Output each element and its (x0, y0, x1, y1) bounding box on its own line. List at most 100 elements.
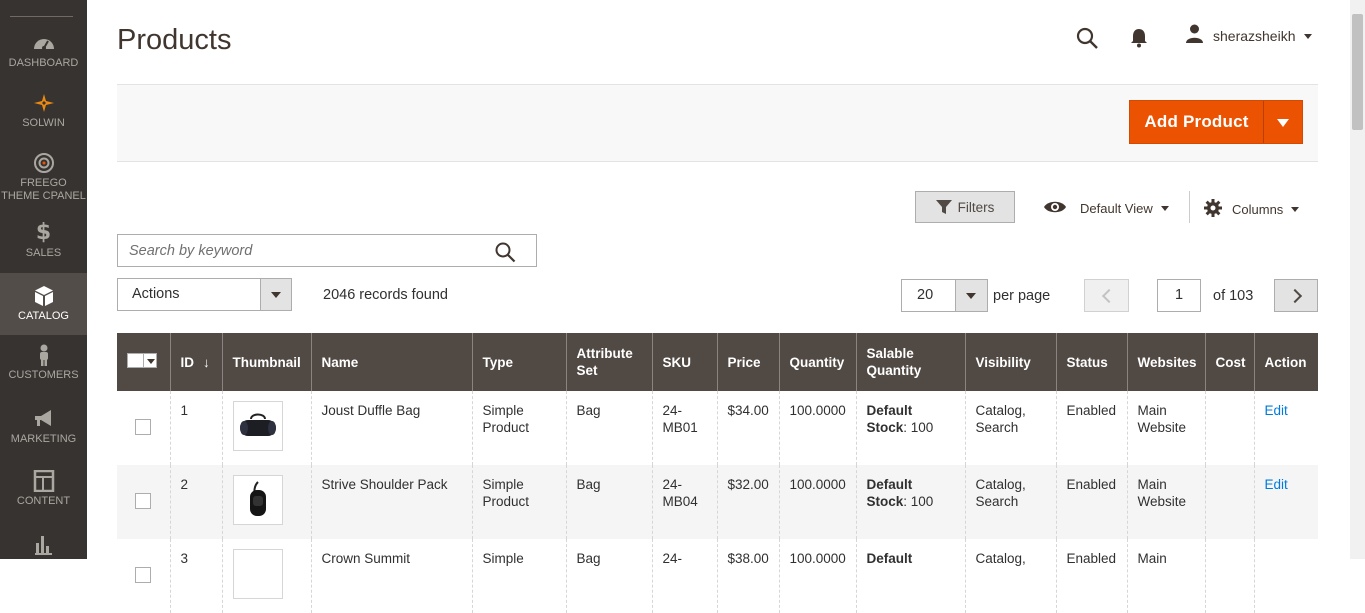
per-page-label: per page (993, 288, 1051, 304)
sidebar-item-content[interactable]: CONTENT (0, 469, 87, 510)
chevron-down-icon (147, 359, 155, 364)
edit-link[interactable]: Edit (1265, 403, 1288, 418)
chevron-down-icon (1291, 207, 1300, 212)
cell-price: $34.00 (716, 391, 779, 465)
column-header-thumbnail[interactable]: Thumbnail (221, 333, 311, 391)
cell-type: Simple Product (471, 465, 566, 539)
sidebar-item-label: DASHBOARD (8, 57, 79, 69)
per-page-value: 20 (917, 287, 934, 303)
dollar-icon: $ (35, 220, 52, 245)
cell-action: Edit (1253, 391, 1318, 465)
table-row[interactable]: 2 Strive Shoulder Pack Simple Product Ba… (117, 465, 1318, 539)
product-thumbnail-image[interactable] (232, 549, 283, 599)
column-header-quantity[interactable]: Quantity (778, 333, 856, 391)
sidebar-item-catalog[interactable]: CATALOG (0, 273, 87, 335)
row-checkbox[interactable] (135, 493, 151, 509)
row-select-cell (117, 539, 170, 613)
sidebar-item-sales[interactable]: $ SALES (0, 222, 87, 262)
add-product-button[interactable]: Add Product (1130, 101, 1263, 143)
sidebar-item-label: CONTENT (16, 495, 71, 507)
cell-visibility: Catalog, Search (964, 465, 1056, 539)
product-thumbnail-image[interactable] (232, 401, 283, 451)
next-page-button[interactable] (1274, 279, 1318, 312)
sidebar-item-label: CUSTOMERS (8, 369, 79, 381)
chevron-left-icon (1101, 288, 1117, 304)
cell-id: 2 (169, 465, 222, 539)
chevron-down-icon (966, 293, 976, 299)
column-header-visibility[interactable]: Visibility (964, 333, 1056, 391)
edit-link[interactable]: Edit (1265, 477, 1288, 492)
columns-dropdown[interactable]: Columns (1204, 199, 1300, 220)
cell-thumbnail (221, 391, 311, 465)
search-icon[interactable] (494, 241, 516, 263)
cell-cost (1204, 391, 1254, 465)
cell-action (1253, 539, 1318, 613)
table-row[interactable]: 3 Crown Summit Simple Bag 24- $38.00 100… (117, 539, 1318, 613)
cell-visibility: Catalog, Search (964, 391, 1056, 465)
mass-actions-label: Actions (132, 286, 180, 302)
search-input[interactable] (118, 235, 500, 266)
cell-price: $32.00 (716, 465, 779, 539)
cube-icon (32, 285, 56, 307)
filter-icon (935, 200, 952, 214)
mass-actions-toggle[interactable] (260, 279, 291, 310)
sidebar-item-marketing[interactable]: MARKETING (0, 408, 87, 448)
mass-actions-select[interactable]: Actions (117, 278, 292, 311)
per-page-select[interactable]: 20 (901, 279, 988, 312)
column-header-sku[interactable]: SKU (651, 333, 717, 391)
page-number-input[interactable]: 1 (1157, 279, 1201, 312)
default-view-dropdown[interactable]: Default View (1043, 199, 1169, 218)
user-account-menu[interactable]: sherazsheikh (1185, 24, 1312, 48)
cell-cost (1204, 539, 1254, 613)
toolbar-divider (1189, 191, 1190, 223)
scrollbar-thumb[interactable] (1352, 14, 1363, 130)
mass-select-checkbox[interactable] (127, 353, 157, 368)
mass-select-header[interactable] (117, 333, 170, 391)
cell-quantity: 100.0000 (778, 465, 856, 539)
cell-status: Enabled (1055, 391, 1127, 465)
sidebar-item-dashboard[interactable]: DASHBOARD (0, 32, 87, 72)
cell-thumbnail (221, 539, 311, 613)
cell-name: Crown Summit (310, 539, 472, 613)
per-page-toggle[interactable] (955, 280, 987, 311)
column-header-attribute-set[interactable]: Attribute Set (565, 333, 652, 391)
cell-sku: 24-MB01 (651, 391, 717, 465)
sidebar-item-solwin[interactable]: SOLWIN (0, 92, 87, 132)
product-thumbnail-image[interactable] (232, 475, 283, 525)
user-icon (1185, 24, 1204, 48)
page-title: Products (117, 24, 232, 56)
column-header-name[interactable]: Name (310, 333, 472, 391)
cell-status: Enabled (1055, 539, 1127, 613)
megaphone-icon (32, 408, 56, 430)
cell-quantity: 100.0000 (778, 539, 856, 613)
cell-id: 3 (169, 539, 222, 613)
global-search-icon[interactable] (1075, 26, 1099, 50)
row-select-cell (117, 391, 170, 465)
person-icon (32, 344, 56, 366)
columns-label: Columns (1232, 202, 1284, 217)
table-row[interactable]: 1 Joust Duffle Bag Simple Product Bag 24… (117, 391, 1318, 465)
column-header-type[interactable]: Type (471, 333, 566, 391)
column-header-cost[interactable]: Cost (1204, 333, 1254, 391)
chevron-down-icon (1160, 206, 1169, 211)
column-header-status[interactable]: Status (1055, 333, 1127, 391)
cell-salable-quantity: Default Stock: 100 (855, 391, 965, 465)
column-header-websites[interactable]: Websites (1126, 333, 1205, 391)
previous-page-button[interactable] (1084, 279, 1129, 312)
cell-id: 1 (169, 391, 222, 465)
column-header-salable-quantity[interactable]: Salable Quantity (855, 333, 965, 391)
row-checkbox[interactable] (135, 567, 151, 583)
column-header-action: Action (1253, 333, 1318, 391)
filters-button[interactable]: Filters (915, 191, 1015, 223)
column-header-id[interactable]: ID ↓ (169, 333, 222, 391)
row-checkbox[interactable] (135, 419, 151, 435)
add-product-dropdown-toggle[interactable] (1264, 101, 1302, 143)
column-header-price[interactable]: Price (716, 333, 779, 391)
chevron-down-icon (271, 292, 281, 298)
username: sherazsheikh (1213, 28, 1296, 44)
sidebar-item-reports[interactable] (0, 533, 87, 559)
sidebar-item-label: MARKETING (10, 433, 77, 445)
sidebar-item-freego-theme-cpanel[interactable]: FREEGO THEME CPANEL (0, 152, 87, 208)
notifications-bell-icon[interactable] (1129, 27, 1149, 49)
sidebar-item-customers[interactable]: CUSTOMERS (0, 344, 87, 384)
